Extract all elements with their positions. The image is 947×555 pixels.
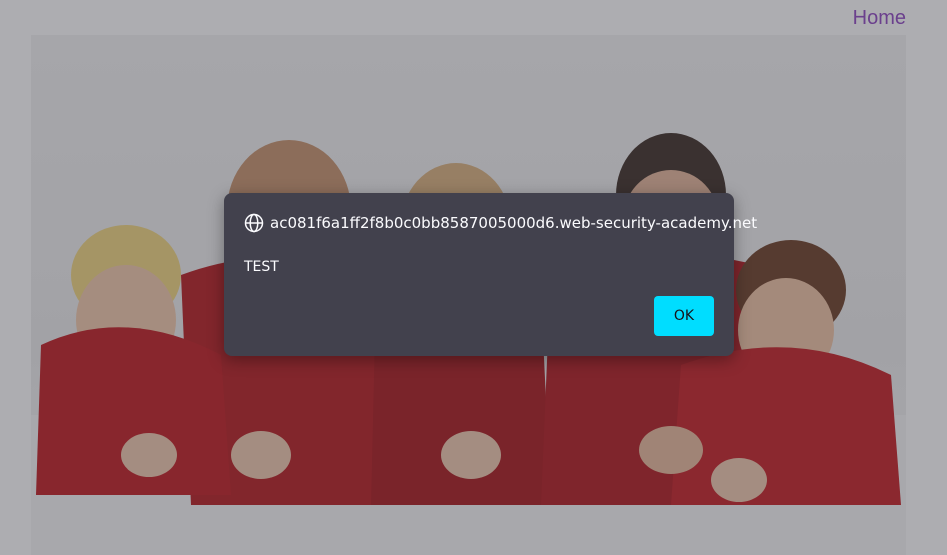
dialog-origin: ac081f6a1ff2f8b0c0bb8587005000d6.web-sec… bbox=[244, 213, 757, 233]
alert-dialog: ac081f6a1ff2f8b0c0bb8587005000d6.web-sec… bbox=[224, 193, 757, 356]
ok-button[interactable]: OK bbox=[654, 296, 714, 336]
page: Home ac081f6a1ff2f8b0c0bb8587005000d6.we… bbox=[0, 0, 947, 555]
dialog-message: TEST bbox=[244, 259, 279, 275]
globe-icon bbox=[244, 213, 264, 233]
dialog-origin-text: ac081f6a1ff2f8b0c0bb8587005000d6.web-sec… bbox=[270, 214, 758, 232]
